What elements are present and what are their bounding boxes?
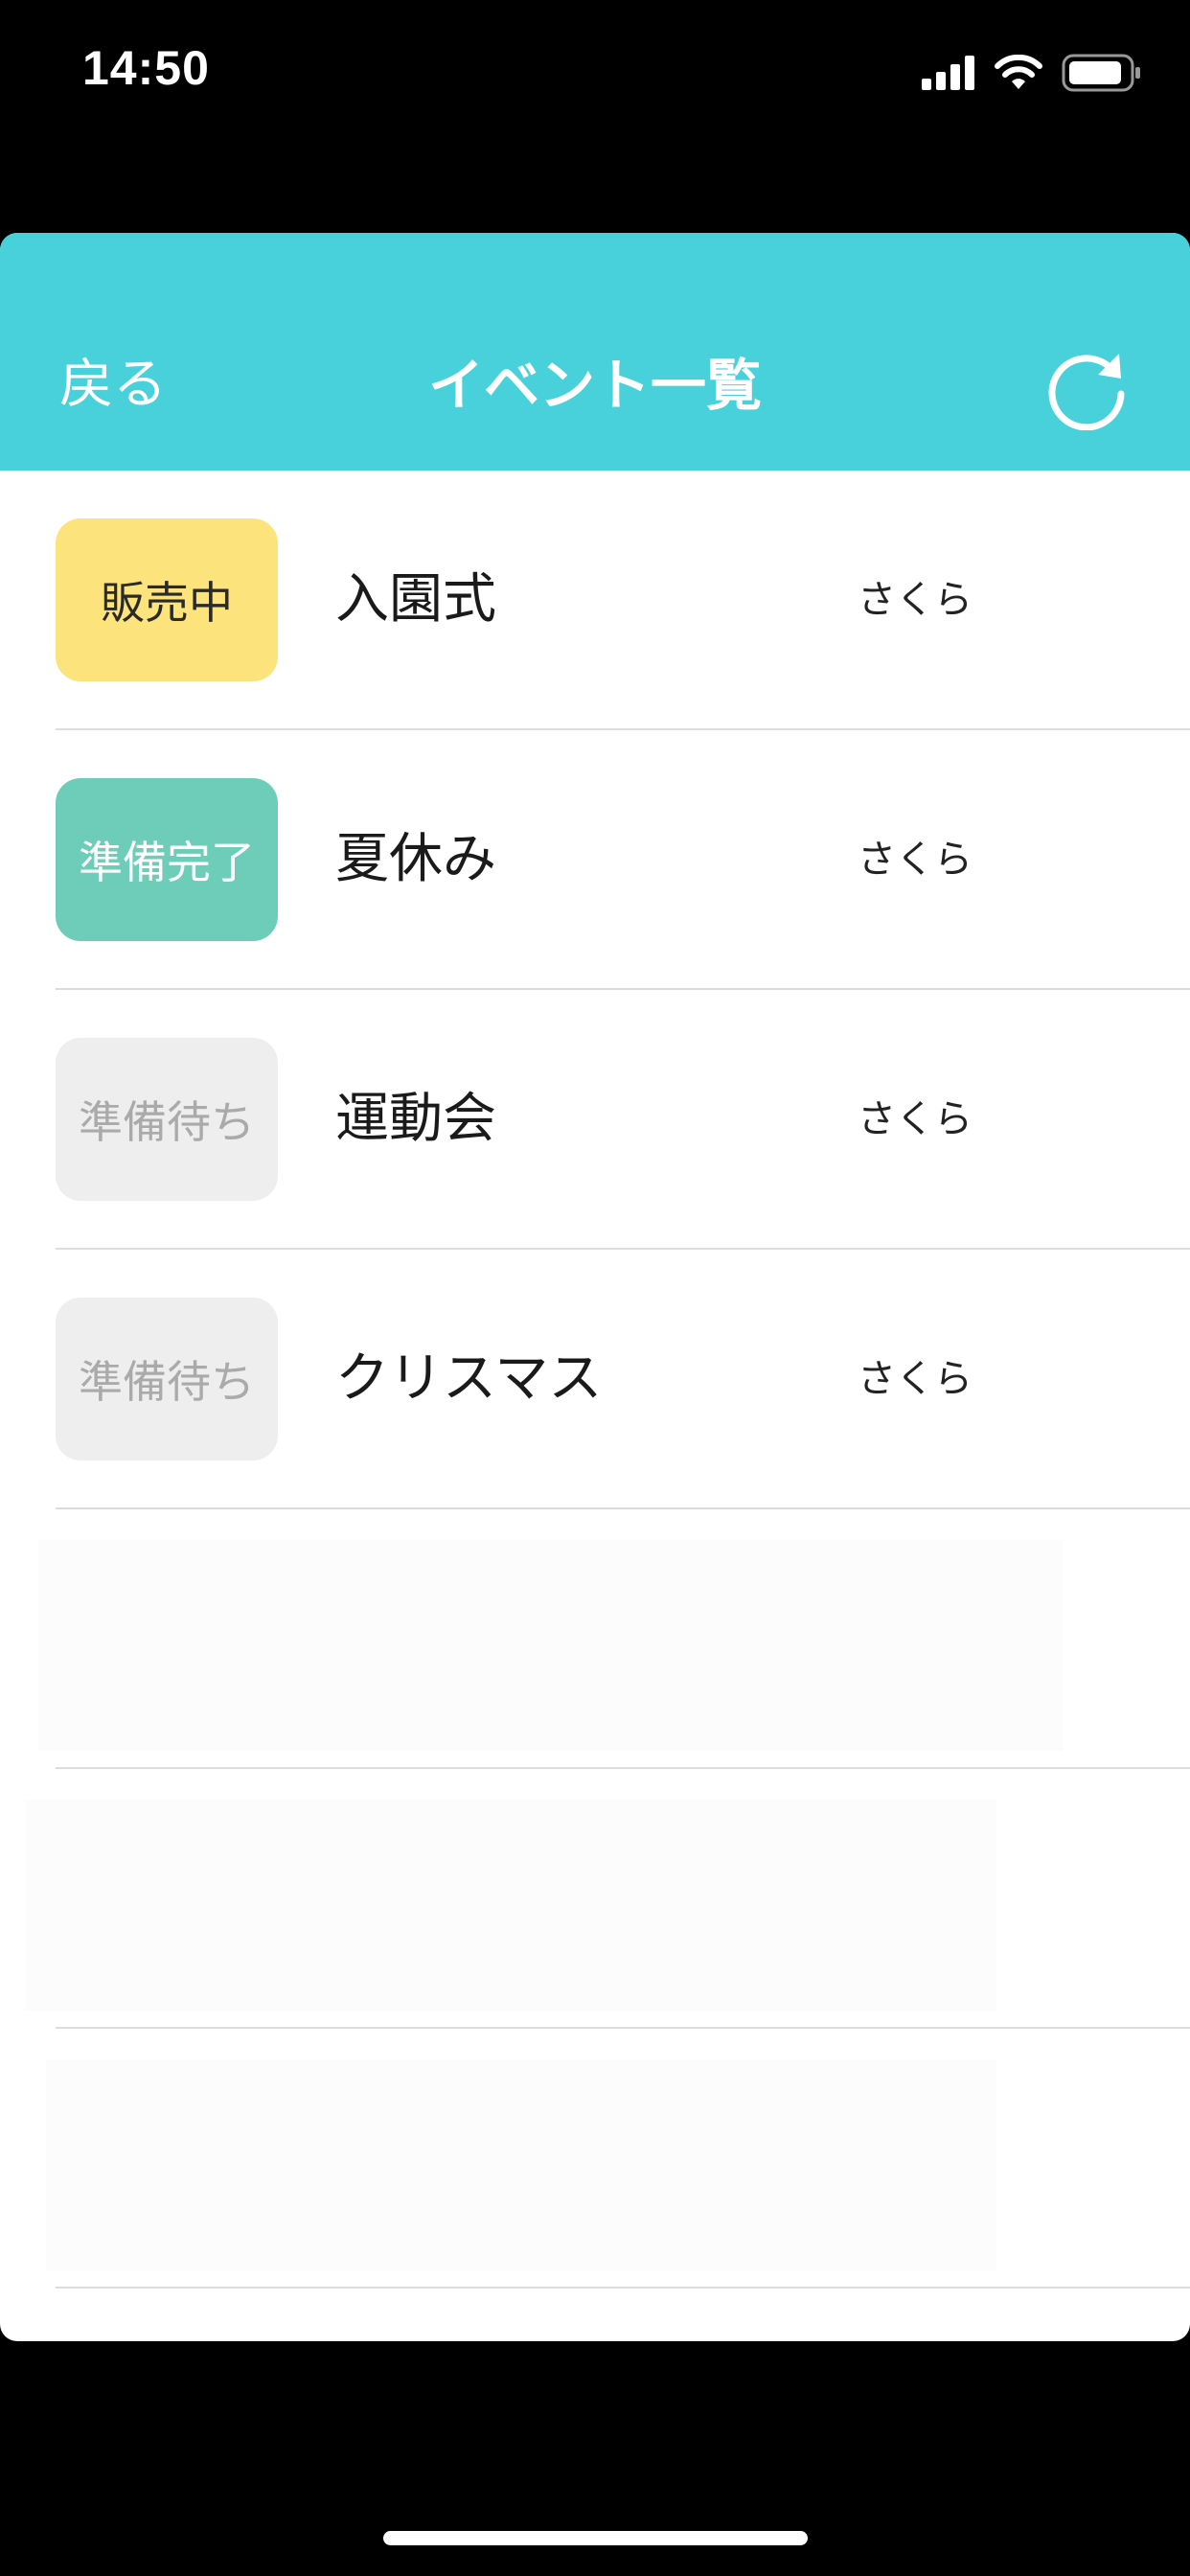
event-name: 入園式: [335, 568, 496, 631]
status-badge: 準備完了: [56, 778, 278, 941]
refresh-icon: [1048, 354, 1125, 431]
status-badge-label: 準備待ち: [79, 1356, 255, 1408]
event-owner: さくら: [858, 1097, 973, 1141]
event-row[interactable]: 準備完了 夏休み さくら: [0, 730, 1190, 990]
row-divider: [56, 2287, 1190, 2288]
row-placeholder: [38, 1540, 1064, 1751]
event-name: クリスマス: [335, 1347, 603, 1410]
empty-row: [0, 2029, 1190, 2288]
refresh-button[interactable]: [1044, 346, 1129, 431]
event-owner: さくら: [858, 1357, 973, 1401]
event-row[interactable]: 準備待ち クリスマス さくら: [0, 1250, 1190, 1509]
status-badge-label: 販売中: [101, 577, 233, 629]
event-list: 販売中 入園式 さくら 準備完了 夏休み さくら 準備待ち 運動会 さくら 準備…: [0, 471, 1190, 2288]
screen: 14:50 戻る イベント一覧 販売中 入園式 さくら 準備完了 夏休み さくら…: [0, 0, 1190, 2576]
status-badge: 準備待ち: [56, 1298, 278, 1460]
navigation-bar: 戻る イベント一覧: [0, 233, 1190, 471]
status-badge-label: 準備待ち: [79, 1096, 255, 1148]
status-badge-label: 準備完了: [79, 837, 255, 888]
event-row[interactable]: 準備待ち 運動会 さくら: [0, 990, 1190, 1250]
battery-icon: [1062, 54, 1140, 92]
back-button[interactable]: 戻る: [59, 352, 167, 419]
event-owner: さくら: [858, 838, 973, 882]
home-indicator[interactable]: [383, 2531, 808, 2545]
status-bar: 14:50: [0, 0, 1190, 144]
event-row[interactable]: 販売中 入園式 さくら: [0, 471, 1190, 730]
status-badge: 準備待ち: [56, 1038, 278, 1201]
cellular-signal-icon: [922, 56, 974, 90]
row-placeholder: [46, 2059, 996, 2270]
event-name: 運動会: [335, 1088, 496, 1150]
status-time: 14:50: [82, 41, 210, 95]
wifi-icon: [995, 55, 1042, 89]
row-placeholder: [25, 1800, 996, 2011]
page-title: イベント一覧: [427, 353, 762, 418]
empty-row: [0, 1769, 1190, 2029]
event-name: 夏休み: [335, 828, 496, 890]
empty-row: [0, 1509, 1190, 1769]
status-icons: [922, 52, 1142, 94]
event-list-sheet: 戻る イベント一覧 販売中 入園式 さくら 準備完了 夏休み さくら 準備待ち …: [0, 233, 1190, 2341]
event-owner: さくら: [858, 578, 973, 622]
status-badge: 販売中: [56, 518, 278, 681]
